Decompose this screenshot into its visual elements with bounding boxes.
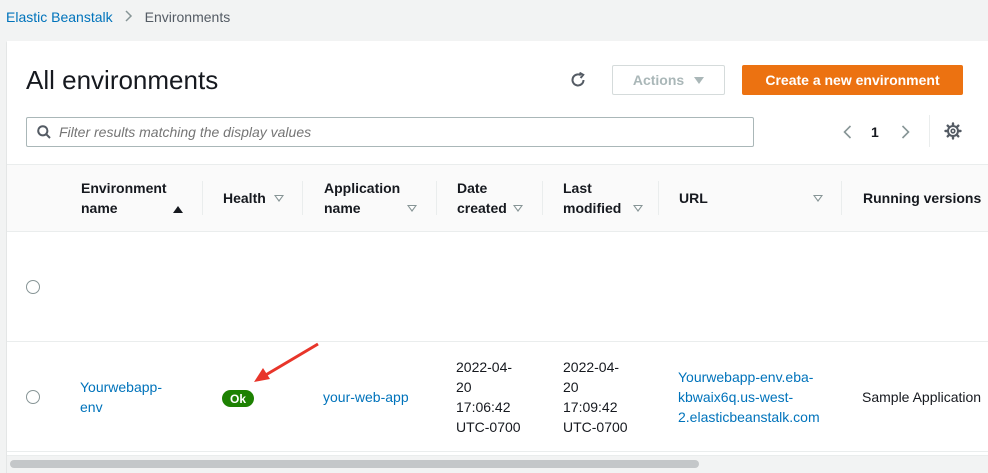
column-divider: [436, 181, 437, 215]
column-divider: [841, 181, 842, 215]
column-header-label: modified: [563, 200, 622, 216]
last-modified-cell: 2022-04- 20 17:09:42 UTC-0700: [563, 357, 628, 437]
health-status-badge: Ok: [222, 390, 254, 407]
table-row[interactable]: [7, 232, 988, 342]
column-header-label: Last: [563, 180, 592, 196]
breadcrumb: Elastic Beanstalk Environments: [0, 0, 988, 34]
row-select-radio[interactable]: [26, 280, 40, 294]
search-box[interactable]: [26, 117, 754, 147]
column-header-last-modified[interactable]: Last modified: [563, 165, 643, 231]
breadcrumb-current: Environments: [144, 9, 231, 25]
pagination-previous-button[interactable]: [839, 122, 855, 142]
column-divider: [542, 181, 543, 215]
sort-icon: [407, 205, 417, 212]
column-header-label: name: [324, 200, 361, 216]
column-divider: [302, 181, 303, 215]
environment-name-link[interactable]: Yourwebapp- env: [80, 377, 162, 417]
column-header-application-name[interactable]: Application name: [324, 165, 417, 231]
refresh-button[interactable]: [563, 67, 593, 93]
url-line: Yourwebapp-env.eba-: [678, 369, 814, 385]
url-line: kbwaix6q.us-west-: [678, 389, 794, 405]
date-created-line: 17:06:42: [456, 399, 511, 415]
actions-label: Actions: [632, 72, 685, 88]
toolbar-divider: [929, 115, 930, 147]
refresh-icon: [571, 71, 585, 87]
date-created-line: 2022-04-: [456, 359, 513, 375]
column-divider: [658, 181, 659, 215]
environment-name-line: env: [80, 399, 103, 415]
last-modified-line: 2022-04-: [563, 359, 620, 375]
sort-icon: [813, 195, 823, 202]
actions-dropdown-button[interactable]: Actions: [612, 65, 725, 95]
sort-icon: [633, 205, 643, 212]
column-header-label: name: [81, 200, 118, 216]
column-header-health[interactable]: Health: [223, 165, 284, 231]
chevron-right-icon: [901, 125, 910, 139]
column-header-environment-name[interactable]: Environment name: [81, 165, 183, 231]
column-header-url[interactable]: URL: [679, 165, 823, 231]
column-header-label: URL: [679, 190, 708, 206]
column-header-label: Date: [457, 180, 488, 196]
column-header-label: Environment: [81, 180, 167, 196]
create-environment-button[interactable]: Create a new environment: [742, 65, 963, 95]
column-divider: [202, 181, 203, 215]
horizontal-scrollbar[interactable]: [7, 455, 988, 473]
date-created-cell: 2022-04- 20 17:06:42 UTC-0700: [456, 357, 521, 437]
chevron-left-icon: [842, 125, 851, 139]
column-header-label: Application: [324, 180, 401, 196]
pagination-current-page[interactable]: 1: [871, 124, 879, 140]
running-version-cell: Sample Application: [862, 389, 982, 405]
gear-icon: [944, 122, 962, 140]
search-icon: [37, 125, 51, 139]
environment-name-line: Yourwebapp-: [80, 379, 162, 395]
caret-down-icon: [694, 76, 705, 84]
column-header-date-created[interactable]: Date created: [457, 165, 523, 231]
last-modified-line: 20: [563, 379, 579, 395]
page-title: All environments: [26, 65, 219, 95]
date-created-line: 20: [456, 379, 472, 395]
sort-icon: [513, 205, 523, 212]
column-header-label: Health: [223, 190, 266, 206]
sort-ascending-icon: [173, 206, 183, 213]
row-select-radio[interactable]: [26, 390, 40, 404]
last-modified-line: UTC-0700: [563, 419, 628, 435]
url-line: 2.elasticbeanstalk.com: [678, 409, 820, 425]
scrollbar-thumb[interactable]: [10, 460, 699, 468]
application-name-link[interactable]: your-web-app: [323, 387, 409, 407]
sort-icon: [274, 195, 284, 202]
breadcrumb-elastic-beanstalk-link[interactable]: Elastic Beanstalk: [6, 9, 113, 25]
last-modified-line: 17:09:42: [563, 399, 618, 415]
environment-url-link[interactable]: Yourwebapp-env.eba- kbwaix6q.us-west- 2.…: [678, 367, 820, 427]
red-arrow-annotation: [254, 342, 319, 382]
column-header-running-versions[interactable]: Running versions: [863, 165, 981, 231]
column-header-label: created: [457, 200, 507, 216]
search-input[interactable]: [59, 124, 739, 140]
chevron-right-icon: [125, 9, 133, 26]
table-header: Environment name Health Application name D…: [7, 164, 988, 232]
environments-panel: All environments Actions Create a new en…: [7, 41, 988, 473]
date-created-line: UTC-0700: [456, 419, 521, 435]
table-settings-button[interactable]: [943, 121, 963, 141]
pagination-next-button[interactable]: [897, 122, 913, 142]
column-header-label: Running versions: [863, 190, 982, 206]
table-row[interactable]: Yourwebapp- env Ok your-web-app 2022-04-…: [7, 342, 988, 452]
